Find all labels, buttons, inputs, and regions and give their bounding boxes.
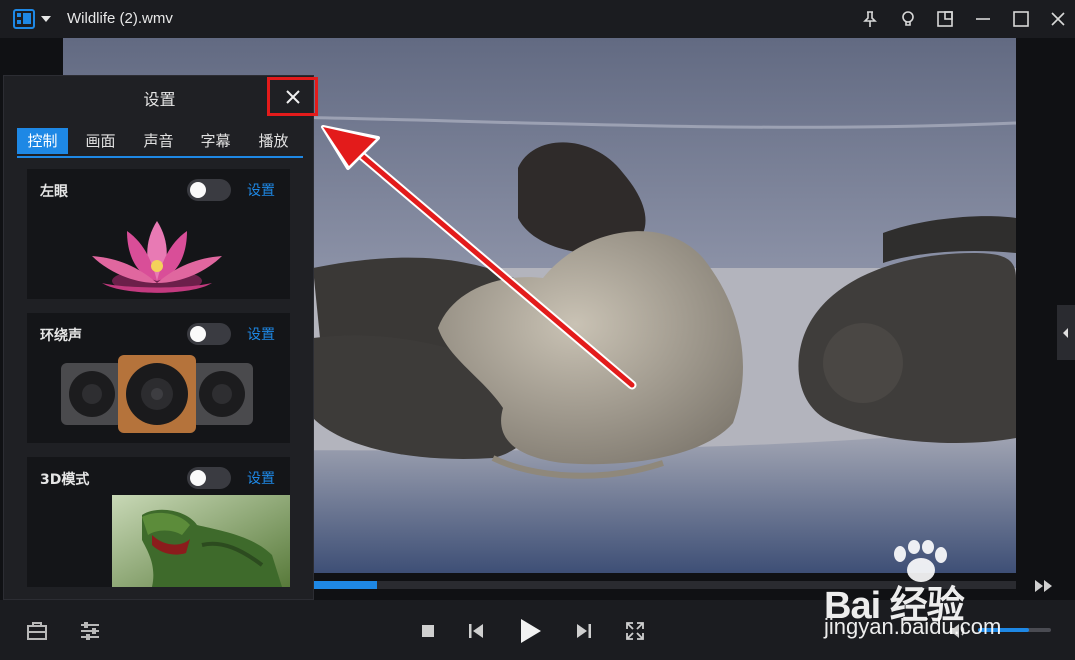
chevron-left-icon [1063, 327, 1068, 338]
watermark-url: jingyan.baidu.com [824, 614, 1002, 639]
toolbox-icon[interactable] [25, 620, 49, 642]
lotus-image [92, 221, 222, 293]
title-bar: Wildlife (2).wmv [0, 0, 1075, 38]
surround-sound-settings-link[interactable]: 设置 [247, 324, 275, 344]
fullscreen-icon[interactable] [624, 620, 646, 642]
close-icon [285, 89, 300, 104]
toggle-knob [190, 470, 206, 486]
stop-icon[interactable] [419, 622, 437, 640]
window-title: Wildlife (2).wmv [67, 10, 173, 27]
tab-picture[interactable]: 画面 [75, 128, 126, 154]
left-eye-card: 左眼 设置 [27, 169, 290, 299]
left-eye-settings-link[interactable]: 设置 [247, 180, 275, 200]
close-icon[interactable] [1045, 6, 1071, 32]
tips-icon[interactable] [895, 6, 921, 32]
next-icon[interactable] [573, 620, 595, 642]
dinosaur-image [112, 495, 290, 587]
left-eye-label: 左眼 [40, 184, 68, 200]
speakers-image [61, 355, 253, 433]
mini-mode-icon[interactable] [932, 6, 958, 32]
baidu-watermark: Bai 经验 jingyan.baidu.com [818, 540, 1068, 650]
minimize-icon[interactable] [970, 6, 996, 32]
3d-mode-label: 3D模式 [40, 472, 90, 488]
toggle-knob [190, 326, 206, 342]
tab-subtitle[interactable]: 字幕 [190, 128, 241, 154]
surround-sound-card: 环绕声 设置 [27, 313, 290, 443]
tab-control[interactable]: 控制 [17, 128, 68, 154]
side-panel-toggle[interactable] [1057, 305, 1075, 360]
app-menu-caret-icon[interactable] [41, 16, 51, 22]
toggle-knob [190, 182, 206, 198]
settings-close-button[interactable] [267, 77, 318, 116]
surround-sound-label: 环绕声 [40, 328, 82, 344]
tab-playback[interactable]: 播放 [248, 128, 299, 154]
3d-mode-toggle[interactable] [187, 467, 231, 489]
settings-tabs: 控制 画面 声音 字幕 播放 [17, 128, 303, 158]
settings-sliders-icon[interactable] [78, 620, 102, 642]
3d-mode-card: 3D模式 设置 [27, 457, 290, 587]
previous-icon[interactable] [465, 620, 487, 642]
tab-sound[interactable]: 声音 [133, 128, 184, 154]
left-eye-toggle[interactable] [187, 179, 231, 201]
maximize-icon[interactable] [1008, 6, 1034, 32]
settings-panel: 设置 控制 画面 声音 字幕 播放 左眼 设置 环绕声 设置 3D模式 设置 [3, 75, 318, 600]
play-icon[interactable] [515, 616, 545, 646]
app-logo-icon[interactable] [13, 9, 35, 29]
surround-sound-toggle[interactable] [187, 323, 231, 345]
pin-icon[interactable] [857, 6, 883, 32]
3d-mode-settings-link[interactable]: 设置 [247, 468, 275, 488]
